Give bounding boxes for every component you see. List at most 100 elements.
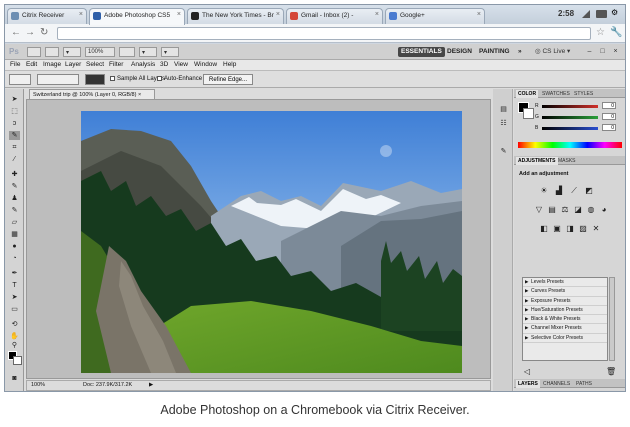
workspace-design[interactable]: DESIGN (444, 47, 475, 57)
blue-value-field[interactable]: 0 (602, 124, 616, 131)
hue-saturation-icon[interactable]: ▤ (547, 205, 557, 214)
auto-enhance-checkbox[interactable]: Auto-Enhance (157, 76, 202, 82)
tab-swatches[interactable]: SWATCHES (540, 90, 572, 98)
canvas-area[interactable] (26, 99, 512, 379)
wrench-menu-icon[interactable]: 🔧 (610, 27, 622, 38)
view-extras-icon[interactable]: ▾ (63, 47, 81, 57)
menu-layer[interactable]: Layer (65, 61, 81, 68)
path-selection-tool-icon[interactable]: ➤ (9, 293, 20, 302)
shape-tool-icon[interactable]: ▭ (9, 305, 20, 314)
close-tab-icon[interactable]: × (276, 11, 280, 18)
pen-tool-icon[interactable]: ✒ (9, 269, 20, 278)
3d-rotate-tool-icon[interactable]: ⟲ (9, 320, 20, 329)
tab-color[interactable]: COLOR (516, 90, 539, 98)
cs-live-button[interactable]: ◎ CS Live ▾ (535, 47, 570, 55)
zoom-level-dropdown[interactable]: 100% (85, 47, 115, 57)
close-window-icon[interactable]: × (611, 47, 620, 56)
minimize-icon[interactable]: – (585, 47, 594, 56)
tab-adjustments[interactable]: ADJUSTMENTS (516, 157, 558, 165)
workspace-essentials[interactable]: ESSENTIALS (398, 47, 445, 57)
mini-bridge-icon[interactable] (45, 47, 59, 57)
threshold-icon[interactable]: ◨ (565, 224, 575, 233)
menu-help[interactable]: Help (223, 61, 236, 68)
brush-tool-icon[interactable]: ✎ (9, 182, 20, 191)
settings-icon[interactable]: ⚙ (611, 8, 619, 17)
marquee-tool-icon[interactable]: ⬚ (9, 107, 20, 116)
type-tool-icon[interactable]: T (9, 281, 20, 290)
workspace-painting[interactable]: PAINTING (476, 47, 513, 57)
preset-channel-mixer[interactable]: Channel Mixer Presets (523, 324, 607, 334)
eyedropper-tool-icon[interactable]: ⁄ (9, 155, 20, 164)
actions-panel-icon[interactable]: ☷ (498, 119, 509, 128)
workspace-more-button[interactable]: » (515, 47, 525, 57)
move-tool-icon[interactable]: ➤ (9, 95, 20, 104)
address-bar[interactable] (57, 27, 591, 45)
hand-tool-icon[interactable] (119, 47, 135, 57)
tab-masks[interactable]: MASKS (556, 157, 578, 165)
black-white-icon[interactable]: ◪ (573, 205, 583, 214)
tab-layers[interactable]: LAYERS (516, 380, 540, 388)
green-slider[interactable] (542, 116, 598, 119)
tab-channels[interactable]: CHANNELS (541, 380, 572, 388)
screen-mode-icon[interactable]: ▾ (161, 47, 179, 57)
forward-arrow-icon[interactable]: → (25, 27, 35, 39)
landscape-photo[interactable] (81, 111, 462, 373)
background-color-swatch[interactable] (13, 356, 22, 365)
menu-view[interactable]: View (174, 61, 188, 68)
posterize-icon[interactable]: ▣ (552, 224, 562, 233)
close-tab-icon[interactable]: × (79, 11, 83, 18)
reload-icon[interactable]: ↻ (40, 27, 48, 39)
blue-slider[interactable] (542, 127, 598, 130)
menu-analysis[interactable]: Analysis (131, 61, 155, 68)
tab-google-plus[interactable]: Google+ × (385, 8, 485, 24)
vibrance-icon[interactable]: ▽ (534, 205, 544, 214)
invert-icon[interactable]: ◧ (539, 224, 549, 233)
return-to-list-icon[interactable]: ◁ (522, 367, 532, 376)
red-slider[interactable] (542, 105, 598, 108)
bridge-launch-icon[interactable] (27, 47, 41, 57)
blur-tool-icon[interactable]: ● (9, 242, 20, 251)
tab-paths[interactable]: PATHS (574, 380, 594, 388)
status-zoom[interactable]: 100% (31, 382, 45, 388)
close-tab-icon[interactable]: × (375, 11, 379, 18)
menu-filter[interactable]: Filter (109, 61, 123, 68)
quick-selection-tool-icon[interactable]: ✎ (9, 131, 20, 140)
tab-styles[interactable]: STYLES (572, 90, 595, 98)
hand-tool-icon[interactable]: ✋ (9, 332, 20, 341)
close-tab-icon[interactable]: × (177, 11, 181, 18)
preset-curves[interactable]: Curves Presets (523, 287, 607, 297)
red-value-field[interactable]: 0 (602, 102, 616, 109)
preset-levels[interactable]: Levels Presets (523, 278, 607, 288)
preset-black-white[interactable]: Black & White Presets (523, 315, 607, 325)
lasso-tool-icon[interactable]: ↄ (9, 119, 20, 128)
history-panel-icon[interactable]: ▤ (498, 105, 509, 114)
photo-filter-icon[interactable]: ◍ (586, 205, 596, 214)
close-document-icon[interactable]: × (138, 92, 141, 98)
history-brush-tool-icon[interactable]: ✎ (9, 206, 20, 215)
panel-background-swatch[interactable] (523, 108, 534, 119)
refine-edge-button[interactable]: Refine Edge... (203, 74, 254, 85)
delete-adjustment-icon[interactable]: 🗑 (606, 367, 616, 376)
menu-3d[interactable]: 3D (160, 61, 168, 68)
green-value-field[interactable]: 0 (602, 113, 616, 120)
crop-tool-icon[interactable]: ⌗ (9, 143, 20, 152)
quick-mask-icon[interactable]: ◙ (9, 374, 20, 383)
selective-color-icon[interactable]: ✕ (591, 224, 601, 233)
arrange-documents-icon[interactable]: ▾ (139, 47, 157, 57)
brush-picker[interactable] (85, 74, 105, 85)
selection-mode-buttons[interactable] (37, 74, 79, 85)
healing-brush-tool-icon[interactable]: ✚ (9, 170, 20, 179)
gradient-tool-icon[interactable]: ▦ (9, 230, 20, 239)
tab-citrix-receiver[interactable]: Citrix Receiver × (7, 8, 87, 24)
status-doc-size[interactable]: Doc: 237.9K/317.2K (83, 382, 132, 388)
preset-selective-color[interactable]: Selective Color Presets (523, 334, 607, 344)
menu-edit[interactable]: Edit (26, 61, 37, 68)
menu-file[interactable]: File (10, 61, 20, 68)
levels-icon[interactable]: ▟ (554, 186, 564, 195)
tab-adobe-photoshop[interactable]: Adobe Photoshop CS5 × (89, 8, 185, 25)
menu-window[interactable]: Window (194, 61, 217, 68)
presets-scrollbar[interactable] (609, 277, 615, 361)
clone-stamp-tool-icon[interactable]: ♟ (9, 194, 20, 203)
brush-panel-icon[interactable]: ✎ (498, 147, 509, 156)
exposure-icon[interactable]: ◩ (584, 186, 594, 195)
